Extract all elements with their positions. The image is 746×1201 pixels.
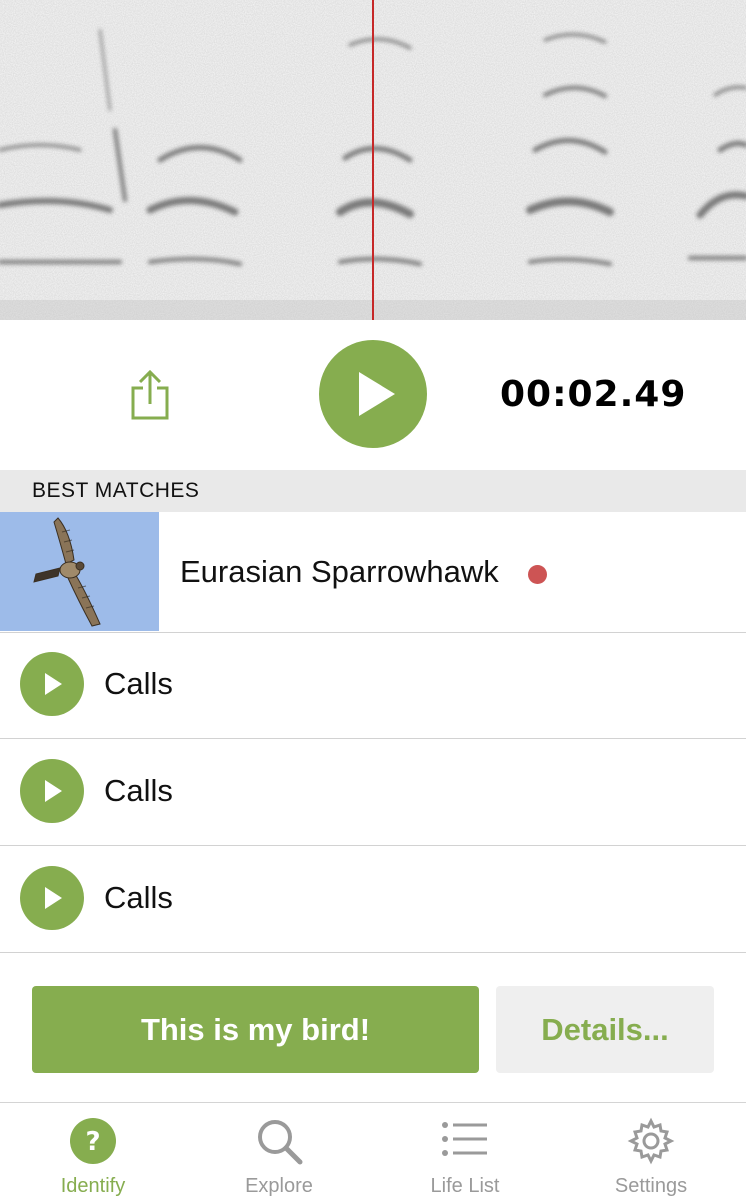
play-icon: [359, 372, 395, 416]
svg-text:?: ?: [85, 1127, 100, 1157]
play-recording-button[interactable]: [319, 340, 427, 448]
tab-bar: ? Identify Explore Life List Settings: [0, 1102, 746, 1201]
play-icon: [45, 887, 62, 909]
sound-label: Calls: [104, 773, 173, 808]
sound-play-button[interactable]: [20, 759, 84, 823]
this-is-my-bird-button[interactable]: This is my bird!: [32, 986, 479, 1073]
section-header: BEST MATCHES: [0, 470, 746, 512]
question-circle-icon: ?: [70, 1118, 116, 1164]
search-icon: [258, 1120, 303, 1165]
bird-photo: [0, 512, 159, 631]
tab-label: Identify: [60, 1175, 126, 1197]
section-title: BEST MATCHES: [32, 479, 200, 502]
share-button[interactable]: [126, 366, 174, 426]
sound-row-3[interactable]: Calls: [0, 846, 746, 953]
sound-play-button[interactable]: [20, 866, 84, 930]
tab-explore[interactable]: Explore: [186, 1103, 372, 1201]
play-icon: [45, 780, 62, 802]
status-dot: [528, 565, 547, 584]
playhead[interactable]: [372, 0, 374, 320]
tab-identify[interactable]: ? Identify: [0, 1103, 186, 1201]
tab-label: Explore: [245, 1175, 313, 1197]
sound-play-button[interactable]: [20, 652, 84, 716]
species-name: Eurasian Sparrowhawk: [180, 554, 499, 589]
sound-row-1[interactable]: Calls: [0, 632, 746, 739]
gear-icon: [627, 1117, 675, 1165]
sound-label: Calls: [104, 666, 173, 701]
play-icon: [45, 673, 62, 695]
tab-label: Settings: [614, 1175, 688, 1197]
bird-illustration: [0, 512, 159, 631]
tab-settings[interactable]: Settings: [558, 1103, 744, 1201]
species-match-row[interactable]: Eurasian Sparrowhawk: [0, 512, 746, 633]
tab-label: Life List: [430, 1175, 500, 1197]
playback-time: 00:02.49: [500, 374, 687, 415]
share-icon: [131, 369, 169, 420]
spectrogram[interactable]: [0, 0, 746, 320]
tab-life-list[interactable]: Life List: [372, 1103, 558, 1201]
sound-label: Calls: [104, 880, 173, 915]
list-icon: [442, 1122, 487, 1156]
sound-row-2[interactable]: Calls: [0, 739, 746, 846]
details-button[interactable]: Details...: [496, 986, 714, 1073]
